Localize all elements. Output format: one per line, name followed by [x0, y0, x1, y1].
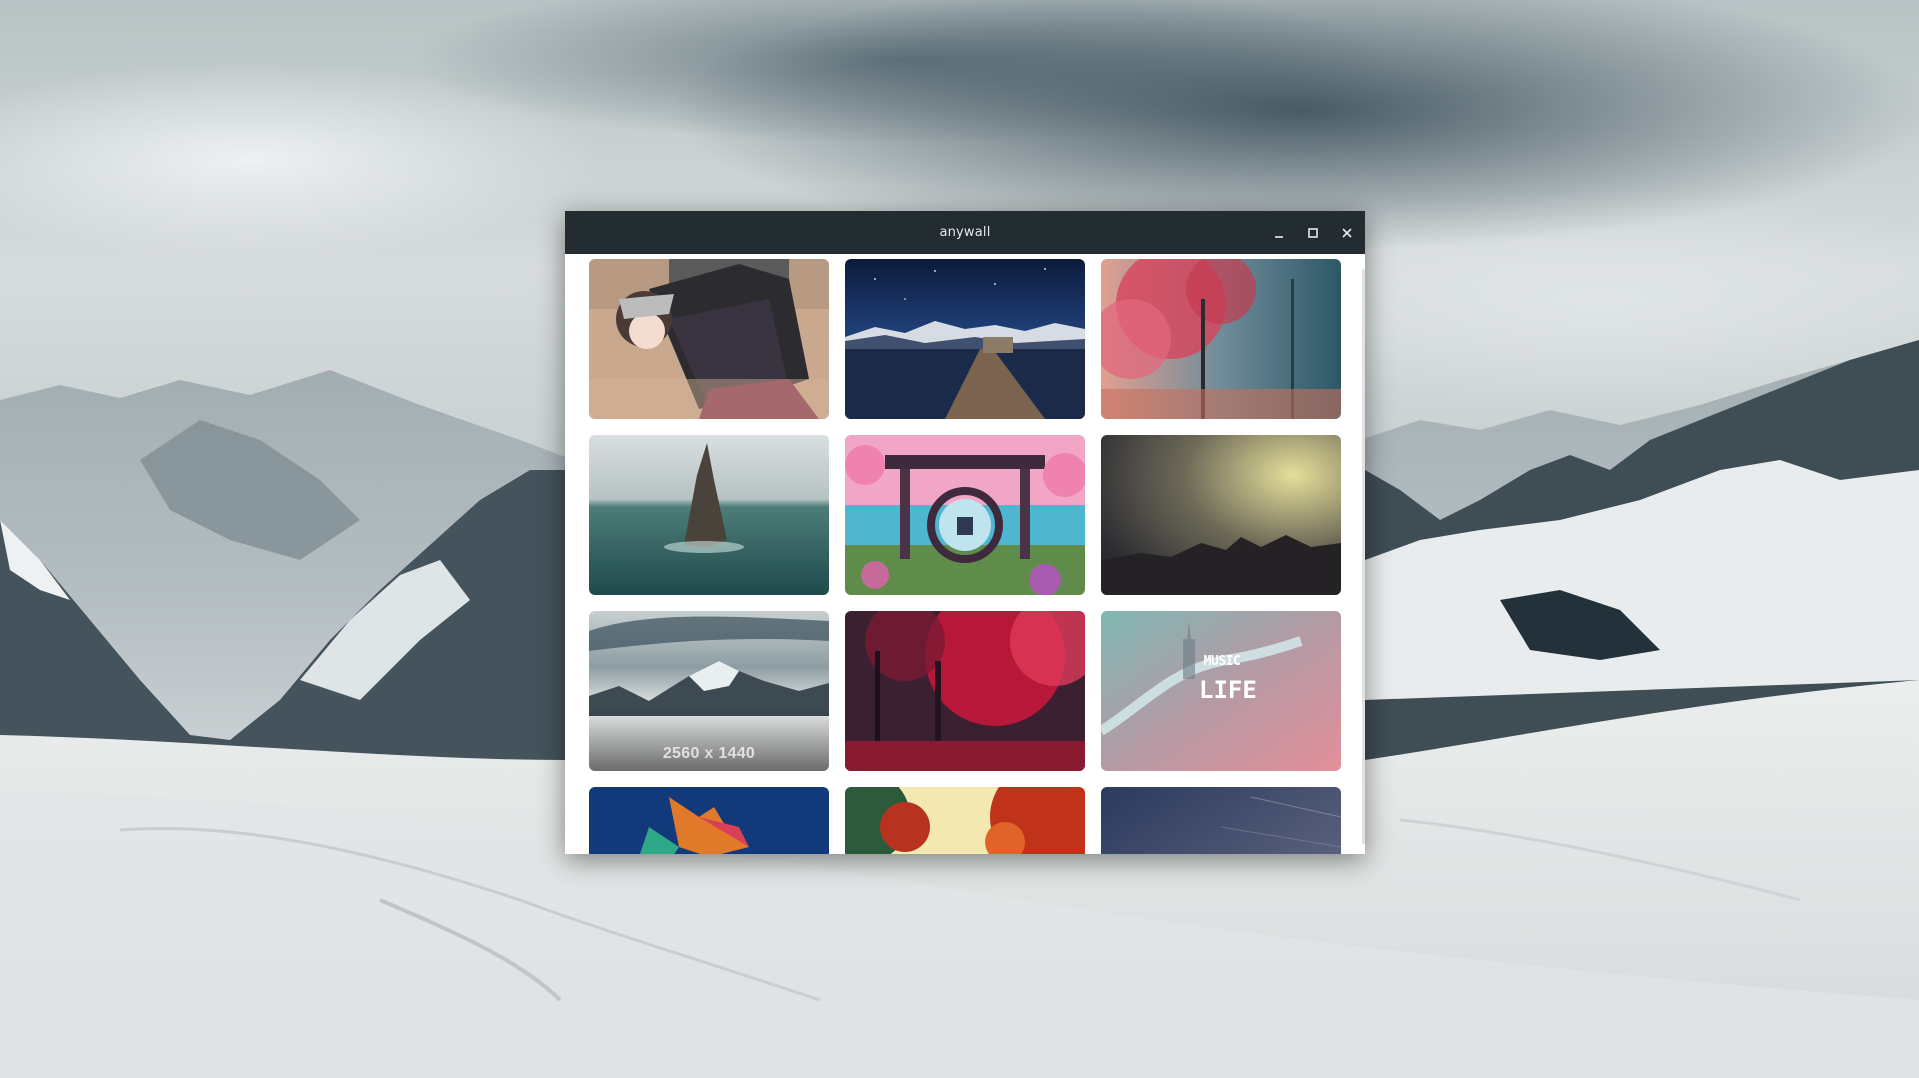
- wallpaper-thumb-ocean-rock[interactable]: [589, 435, 829, 595]
- titlebar[interactable]: anywall: [565, 211, 1365, 254]
- wallpaper-gallery[interactable]: 2560 x 1440 MUSIC LIFE: [565, 254, 1365, 854]
- wallpaper-thumb-night-lake-pier[interactable]: [845, 259, 1085, 419]
- wallpaper-thumb-dusk-mountains[interactable]: [1101, 435, 1341, 595]
- wallpaper-thumb-snowy-mountains[interactable]: 2560 x 1440: [589, 611, 829, 771]
- wallpaper-image: [589, 259, 829, 419]
- close-button[interactable]: [1335, 221, 1359, 245]
- scrollbar[interactable]: [1362, 269, 1365, 844]
- maximize-icon: [1308, 228, 1318, 238]
- maximize-button[interactable]: [1301, 221, 1325, 245]
- wallpaper-thumb-pixel-torii-gate[interactable]: [845, 435, 1085, 595]
- wallpaper-image: [1101, 259, 1341, 419]
- resolution-label: 2560 x 1440: [662, 745, 756, 762]
- window-title: anywall: [939, 225, 991, 240]
- music-life-text: MUSIC LIFE: [1199, 654, 1257, 704]
- wallpaper-thumb-low-poly-shape[interactable]: [589, 787, 829, 854]
- wallpaper-image: [589, 787, 829, 854]
- wallpaper-thumb-dark-blue-sky[interactable]: [1101, 787, 1341, 854]
- wallpaper-image: [1101, 435, 1341, 595]
- wallpaper-image: [589, 435, 829, 595]
- minimize-icon: [1275, 236, 1283, 238]
- wallpaper-image: [845, 611, 1085, 771]
- music-word: MUSIC: [1203, 654, 1241, 669]
- life-word: LIFE: [1199, 676, 1257, 704]
- wallpaper-image: [1101, 787, 1341, 854]
- wallpaper-thumb-city-river-music-life[interactable]: MUSIC LIFE: [1101, 611, 1341, 771]
- wallpaper-thumb-red-tree-forest[interactable]: [1101, 259, 1341, 419]
- wallpaper-thumb-autumn-trees[interactable]: [845, 787, 1085, 854]
- wallpaper-thumb-crimson-forest[interactable]: [845, 611, 1085, 771]
- wallpaper-thumb-anime-girl[interactable]: [589, 259, 829, 419]
- app-window: anywall 2560 x 1440 MUSIC LIFE: [565, 211, 1365, 854]
- wallpaper-image: [845, 435, 1085, 595]
- wallpaper-image: [845, 259, 1085, 419]
- close-icon: [1342, 228, 1352, 238]
- minimize-button[interactable]: [1267, 221, 1291, 245]
- wallpaper-image: [845, 787, 1085, 854]
